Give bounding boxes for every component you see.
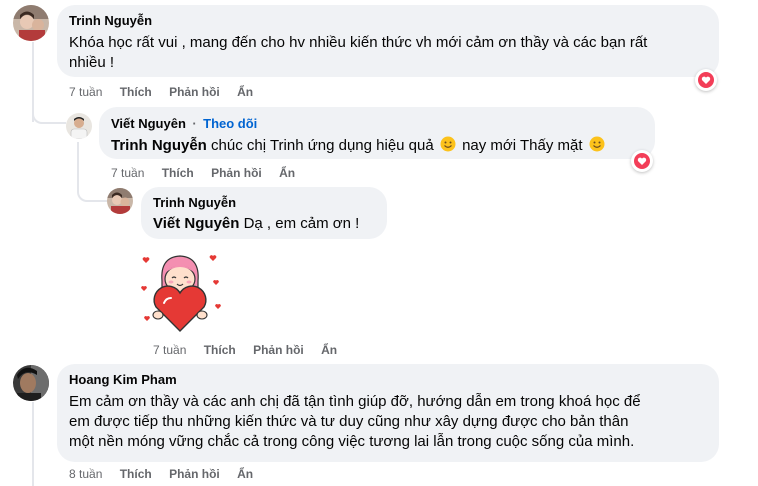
reply-button[interactable]: Phản hồi: [169, 84, 220, 100]
comment-time[interactable]: 7 tuần: [69, 84, 102, 100]
reply-button[interactable]: Phản hồi: [211, 165, 262, 181]
hide-button[interactable]: Ẩn: [279, 165, 295, 181]
follow-button[interactable]: Theo dõi: [203, 116, 257, 131]
heart-reaction[interactable]: [631, 150, 653, 172]
heart-reaction[interactable]: [695, 69, 717, 91]
comment-author[interactable]: Trinh Nguyễn: [153, 195, 375, 211]
comment-author[interactable]: Viết Nguyên: [111, 116, 186, 131]
comment-actions: 7 tuần Thích Phản hồi Ẩn: [69, 84, 267, 100]
comment-text-part: Dạ , em cảm ơn !: [243, 215, 360, 232]
comment-time[interactable]: 7 tuần: [153, 342, 186, 358]
comment-author[interactable]: Hoang Kim Pham: [69, 372, 707, 388]
hide-button[interactable]: Ẩn: [321, 342, 337, 358]
comment-text: Trinh Nguyễn chúc chị Trinh ứng dụng hiệ…: [111, 136, 643, 156]
comment-header: Viết Nguyên · Theo dõi: [111, 115, 643, 133]
thread-curve-reply-2: [77, 180, 107, 202]
comment-text-line: Em cảm ơn thầy và các anh chị đã tận tìn…: [69, 393, 641, 410]
hide-button[interactable]: Ẩn: [237, 466, 253, 482]
comment-text: Khóa học rất vui , mang đến cho hv nhiều…: [69, 33, 707, 73]
mention-link[interactable]: Viết Nguyên: [153, 215, 239, 232]
thread-line-bottom: [32, 402, 34, 486]
comment-time[interactable]: 8 tuần: [69, 466, 102, 482]
avatar[interactable]: [66, 113, 92, 139]
comment-time[interactable]: 7 tuần: [111, 165, 144, 181]
comment-text-line: một nền móng vững chắc cả trong công việ…: [69, 433, 635, 450]
comment-bubble: Viết Nguyên · Theo dõi Trinh Nguyễn chúc…: [99, 107, 655, 159]
smile-emoji-icon: [440, 136, 456, 152]
like-button[interactable]: Thích: [120, 84, 152, 100]
comment-bubble: Trinh Nguyễn Khóa học rất vui , mang đến…: [57, 5, 719, 77]
comment-text-line: em được tiếp thu những kiến thức và tư d…: [69, 413, 629, 430]
comment-actions: 7 tuần Thích Phản hồi Ẩn: [153, 342, 351, 358]
heart-icon: [698, 72, 714, 88]
avatar-photo: [13, 5, 49, 41]
comment-author[interactable]: Trinh Nguyễn: [69, 13, 707, 29]
comment-text-line: nhiều !: [69, 54, 115, 71]
avatar[interactable]: [107, 188, 133, 214]
comment-bubble: Trinh Nguyễn Viết Nguyên Dạ , em cảm ơn …: [141, 187, 387, 239]
comment-text: Viết Nguyên Dạ , em cảm ơn !: [153, 214, 375, 234]
comment-text: Em cảm ơn thầy và các anh chị đã tận tìn…: [69, 392, 707, 452]
comment-actions: 8 tuần Thích Phản hồi Ẩn: [69, 466, 267, 482]
comment-text-line: Khóa học rất vui , mang đến cho hv nhiều…: [69, 34, 648, 51]
avatar[interactable]: [13, 5, 49, 41]
avatar[interactable]: [13, 365, 49, 401]
hide-button[interactable]: Ẩn: [237, 84, 253, 100]
reply-button[interactable]: Phản hồi: [169, 466, 220, 482]
smile-emoji-icon: [589, 136, 605, 152]
avatar-photo: [107, 188, 133, 214]
like-button[interactable]: Thích: [120, 466, 152, 482]
separator-dot: ·: [192, 116, 197, 131]
thread-curve-reply-1: [32, 100, 66, 124]
comment-actions: 7 tuần Thích Phản hồi Ẩn: [111, 165, 309, 181]
girl-holding-heart-sticker: [141, 255, 221, 332]
comment-bubble: Hoang Kim Pham Em cảm ơn thầy và các anh…: [57, 364, 719, 462]
avatar-photo: [13, 365, 49, 401]
heart-icon: [634, 153, 650, 169]
avatar-photo: [66, 113, 92, 139]
reply-button[interactable]: Phản hồi: [253, 342, 304, 358]
like-button[interactable]: Thích: [204, 342, 236, 358]
comment-text-part: nay mới Thấy mặt: [462, 137, 583, 154]
thread-line-sub: [77, 142, 79, 182]
mention-link[interactable]: Trinh Nguyễn: [111, 137, 207, 154]
comment-text-part: chúc chị Trinh ứng dụng hiệu quả: [211, 137, 434, 154]
like-button[interactable]: Thích: [162, 165, 194, 181]
